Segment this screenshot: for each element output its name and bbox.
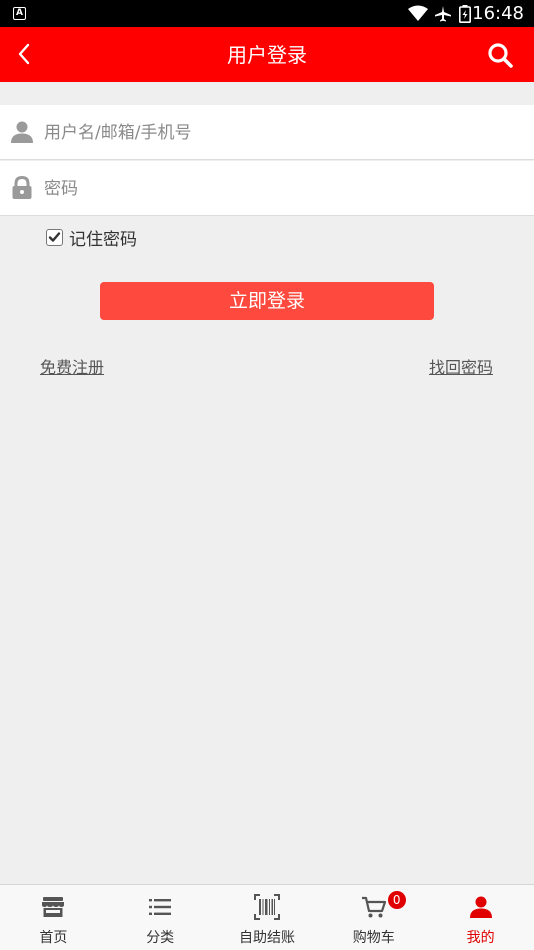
checkmark-icon [48,231,61,242]
remember-password[interactable]: 记住密码 [46,226,137,250]
tab-label: 购物车 [352,930,395,946]
battery-icon [459,5,471,23]
status-bar: A 16:48 [0,0,534,27]
lock-icon [12,176,32,199]
store-icon [42,897,65,917]
tab-checkout[interactable]: 自助结账 [214,885,321,950]
barcode-icon [253,894,280,920]
login-button[interactable]: 立即登录 [100,282,434,320]
list-icon [149,899,172,915]
page-title: 用户登录 [227,43,307,67]
register-link[interactable]: 免费注册 [40,354,104,378]
tab-home[interactable]: 首页 [0,885,107,950]
tab-label: 首页 [39,930,68,946]
username-row [0,105,534,160]
user-icon [11,121,33,143]
tab-category[interactable]: 分类 [107,885,214,950]
cart-icon [361,896,386,918]
username-input[interactable] [44,105,514,160]
app-header: 用户登录 [0,27,534,82]
user-icon [469,896,492,918]
remember-label: 记住密码 [69,229,137,250]
tab-label: 我的 [466,930,495,946]
wifi-icon [408,5,428,21]
clock: 16:48 [472,3,524,24]
search-icon[interactable] [486,41,514,69]
cart-badge: 0 [387,891,406,909]
tab-label: 分类 [146,930,175,946]
airplane-icon [435,6,451,22]
tab-label: 自助结账 [238,930,295,946]
password-input[interactable] [44,161,514,216]
tab-mine[interactable]: 我的 [427,885,534,950]
app-notification-icon: A [13,7,26,20]
remember-checkbox[interactable] [46,228,63,246]
forgot-password-link[interactable]: 找回密码 [429,354,493,378]
bottom-tab-bar: 首页 分类 自助结账 0 购物车 我的 [0,884,534,950]
tab-cart[interactable]: 0 购物车 [320,885,427,950]
password-row [0,161,534,216]
